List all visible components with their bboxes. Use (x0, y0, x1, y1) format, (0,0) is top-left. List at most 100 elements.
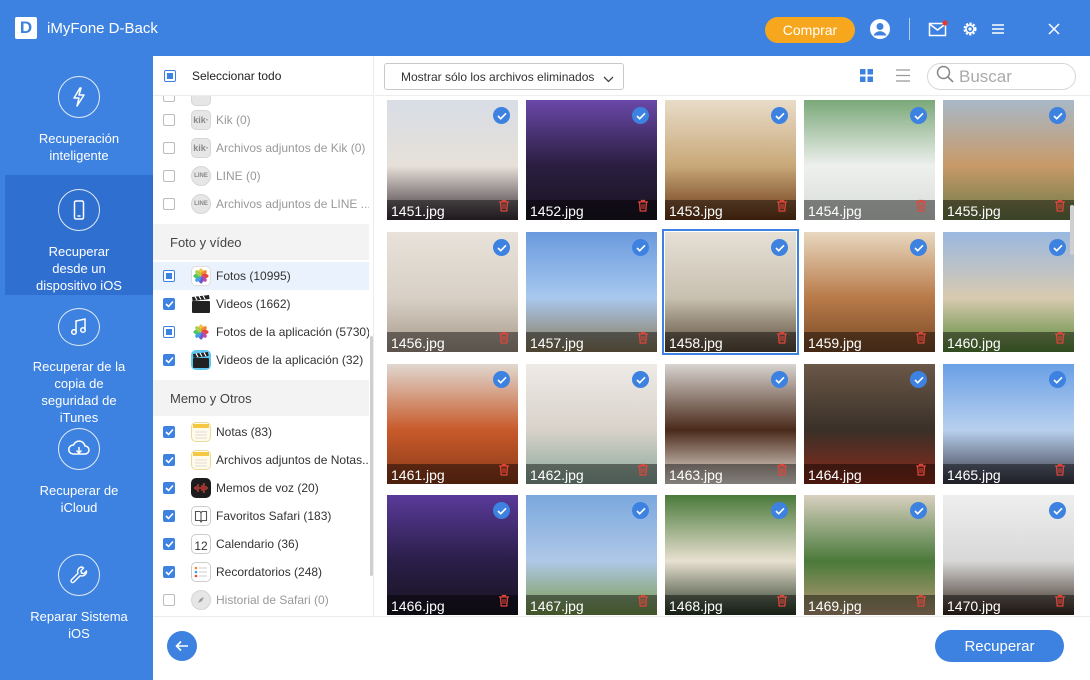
check-icon[interactable] (493, 502, 510, 519)
filter-dropdown[interactable]: Mostrar sólo los archivos eliminados (384, 63, 624, 90)
category-row-safari-history[interactable]: Historial de Safari (0) (153, 586, 369, 614)
photo-tile[interactable]: 1455.jpg (943, 100, 1074, 220)
category-row-app-videos[interactable]: Videos de la aplicación (32) (153, 346, 369, 374)
list-view-icon[interactable] (896, 69, 910, 87)
check-icon[interactable] (493, 239, 510, 256)
check-icon[interactable] (771, 371, 788, 388)
search-input[interactable] (959, 66, 1074, 87)
category-row-notes-attachments[interactable]: Archivos adjuntos de Notas... (153, 446, 369, 474)
check-icon[interactable] (771, 239, 788, 256)
category-row-safari-bookmarks[interactable]: Favoritos Safari (183) (153, 502, 369, 530)
category-row-kik[interactable]: kik· Kik (0) (153, 106, 369, 134)
grid-view-icon[interactable] (860, 69, 873, 87)
check-icon[interactable] (910, 371, 927, 388)
photo-tile[interactable]: 1460.jpg (943, 232, 1074, 352)
check-icon[interactable] (632, 239, 649, 256)
trash-icon[interactable] (776, 199, 788, 217)
check-icon[interactable] (1049, 107, 1066, 124)
photo-tile[interactable]: 1466.jpg (387, 495, 518, 615)
category-checkbox[interactable] (163, 142, 175, 154)
check-icon[interactable] (1049, 371, 1066, 388)
photo-tile[interactable]: 1454.jpg (804, 100, 935, 220)
category-checkbox[interactable] (163, 354, 175, 366)
category-row-calendar[interactable]: 12 Calendario (36) (153, 530, 369, 558)
trash-icon[interactable] (637, 594, 649, 612)
photo-tile[interactable]: 1456.jpg (387, 232, 518, 352)
photo-tile[interactable]: 1461.jpg (387, 364, 518, 484)
trash-icon[interactable] (915, 594, 927, 612)
category-checkbox[interactable] (163, 114, 175, 126)
photo-tile[interactable]: 1459.jpg (804, 232, 935, 352)
trash-icon[interactable] (776, 331, 788, 349)
category-row-line-attachments[interactable]: LINE Archivos adjuntos de LINE ... (153, 190, 369, 218)
search-box[interactable] (927, 63, 1076, 90)
photo-tile[interactable]: 1453.jpg (665, 100, 796, 220)
category-checkbox[interactable] (163, 326, 175, 338)
trash-icon[interactable] (776, 594, 788, 612)
photo-tile[interactable]: 1465.jpg (943, 364, 1074, 484)
select-all-row[interactable]: Seleccionar todo (153, 56, 374, 96)
photo-tile[interactable]: 1470.jpg (943, 495, 1074, 615)
recover-button[interactable]: Recuperar (935, 630, 1064, 662)
category-row-line[interactable]: LINE LINE (0) (153, 162, 369, 190)
sidebar-item-smart-recovery[interactable]: Recuperación inteligente (5, 74, 153, 186)
check-icon[interactable] (632, 502, 649, 519)
photo-tile[interactable]: 1451.jpg (387, 100, 518, 220)
check-icon[interactable] (910, 502, 927, 519)
trash-icon[interactable] (498, 199, 510, 217)
check-icon[interactable] (632, 107, 649, 124)
category-row-notes[interactable]: Notas (83) (153, 418, 369, 446)
trash-icon[interactable] (637, 199, 649, 217)
photo-tile[interactable]: 1469.jpg (804, 495, 935, 615)
category-checkbox[interactable] (163, 566, 175, 578)
photo-tile[interactable]: 1468.jpg (665, 495, 796, 615)
category-checkbox[interactable] (163, 538, 175, 550)
check-icon[interactable] (910, 239, 927, 256)
check-icon[interactable] (632, 371, 649, 388)
trash-icon[interactable] (1054, 331, 1066, 349)
trash-icon[interactable] (498, 331, 510, 349)
trash-icon[interactable] (915, 199, 927, 217)
photo-tile[interactable]: 1463.jpg (665, 364, 796, 484)
trash-icon[interactable] (915, 331, 927, 349)
trash-icon[interactable] (1054, 463, 1066, 481)
category-checkbox[interactable] (163, 170, 175, 182)
menu-icon[interactable] (986, 17, 1010, 41)
trash-icon[interactable] (776, 463, 788, 481)
check-icon[interactable] (771, 502, 788, 519)
sidebar-item-icloud[interactable]: Recuperar de iCloud (5, 426, 153, 526)
category-row-app-photos[interactable]: Fotos de la aplicación (5730) (153, 318, 369, 346)
category-checkbox[interactable] (163, 298, 175, 310)
trash-icon[interactable] (498, 594, 510, 612)
trash-icon[interactable] (915, 463, 927, 481)
check-icon[interactable] (1049, 502, 1066, 519)
category-row-voice-memos[interactable]: Memos de voz (20) (153, 474, 369, 502)
select-all-checkbox[interactable] (164, 69, 176, 82)
trash-icon[interactable] (1054, 594, 1066, 612)
category-checkbox[interactable] (163, 594, 175, 606)
photo-tile[interactable]: 1457.jpg (526, 232, 657, 352)
photo-tile[interactable]: 1462.jpg (526, 364, 657, 484)
category-row-photos[interactable]: Fotos (10995) (153, 262, 369, 290)
trash-icon[interactable] (637, 463, 649, 481)
category-checkbox[interactable] (163, 198, 175, 210)
category-checkbox[interactable] (163, 426, 175, 438)
trash-icon[interactable] (1054, 199, 1066, 217)
check-icon[interactable] (1049, 239, 1066, 256)
category-checkbox[interactable] (163, 270, 175, 282)
grid-scrollbar[interactable] (1070, 205, 1074, 255)
sidebar-item-itunes-backup[interactable]: Recuperar de la copia de seguridad de iT… (5, 306, 153, 426)
photo-tile[interactable]: 1458.jpg (662, 229, 799, 355)
account-icon[interactable] (868, 17, 892, 41)
category-row-kik-attachments[interactable]: kik· Archivos adjuntos de Kik (0) (153, 134, 369, 162)
photo-tile[interactable]: 1452.jpg (526, 100, 657, 220)
check-icon[interactable] (910, 107, 927, 124)
back-button[interactable] (167, 631, 197, 661)
photo-tile[interactable]: 1467.jpg (526, 495, 657, 615)
trash-icon[interactable] (498, 463, 510, 481)
category-checkbox[interactable] (163, 482, 175, 494)
check-icon[interactable] (493, 371, 510, 388)
category-checkbox[interactable] (163, 454, 175, 466)
close-icon[interactable] (1042, 17, 1066, 41)
photo-tile[interactable]: 1464.jpg (804, 364, 935, 484)
